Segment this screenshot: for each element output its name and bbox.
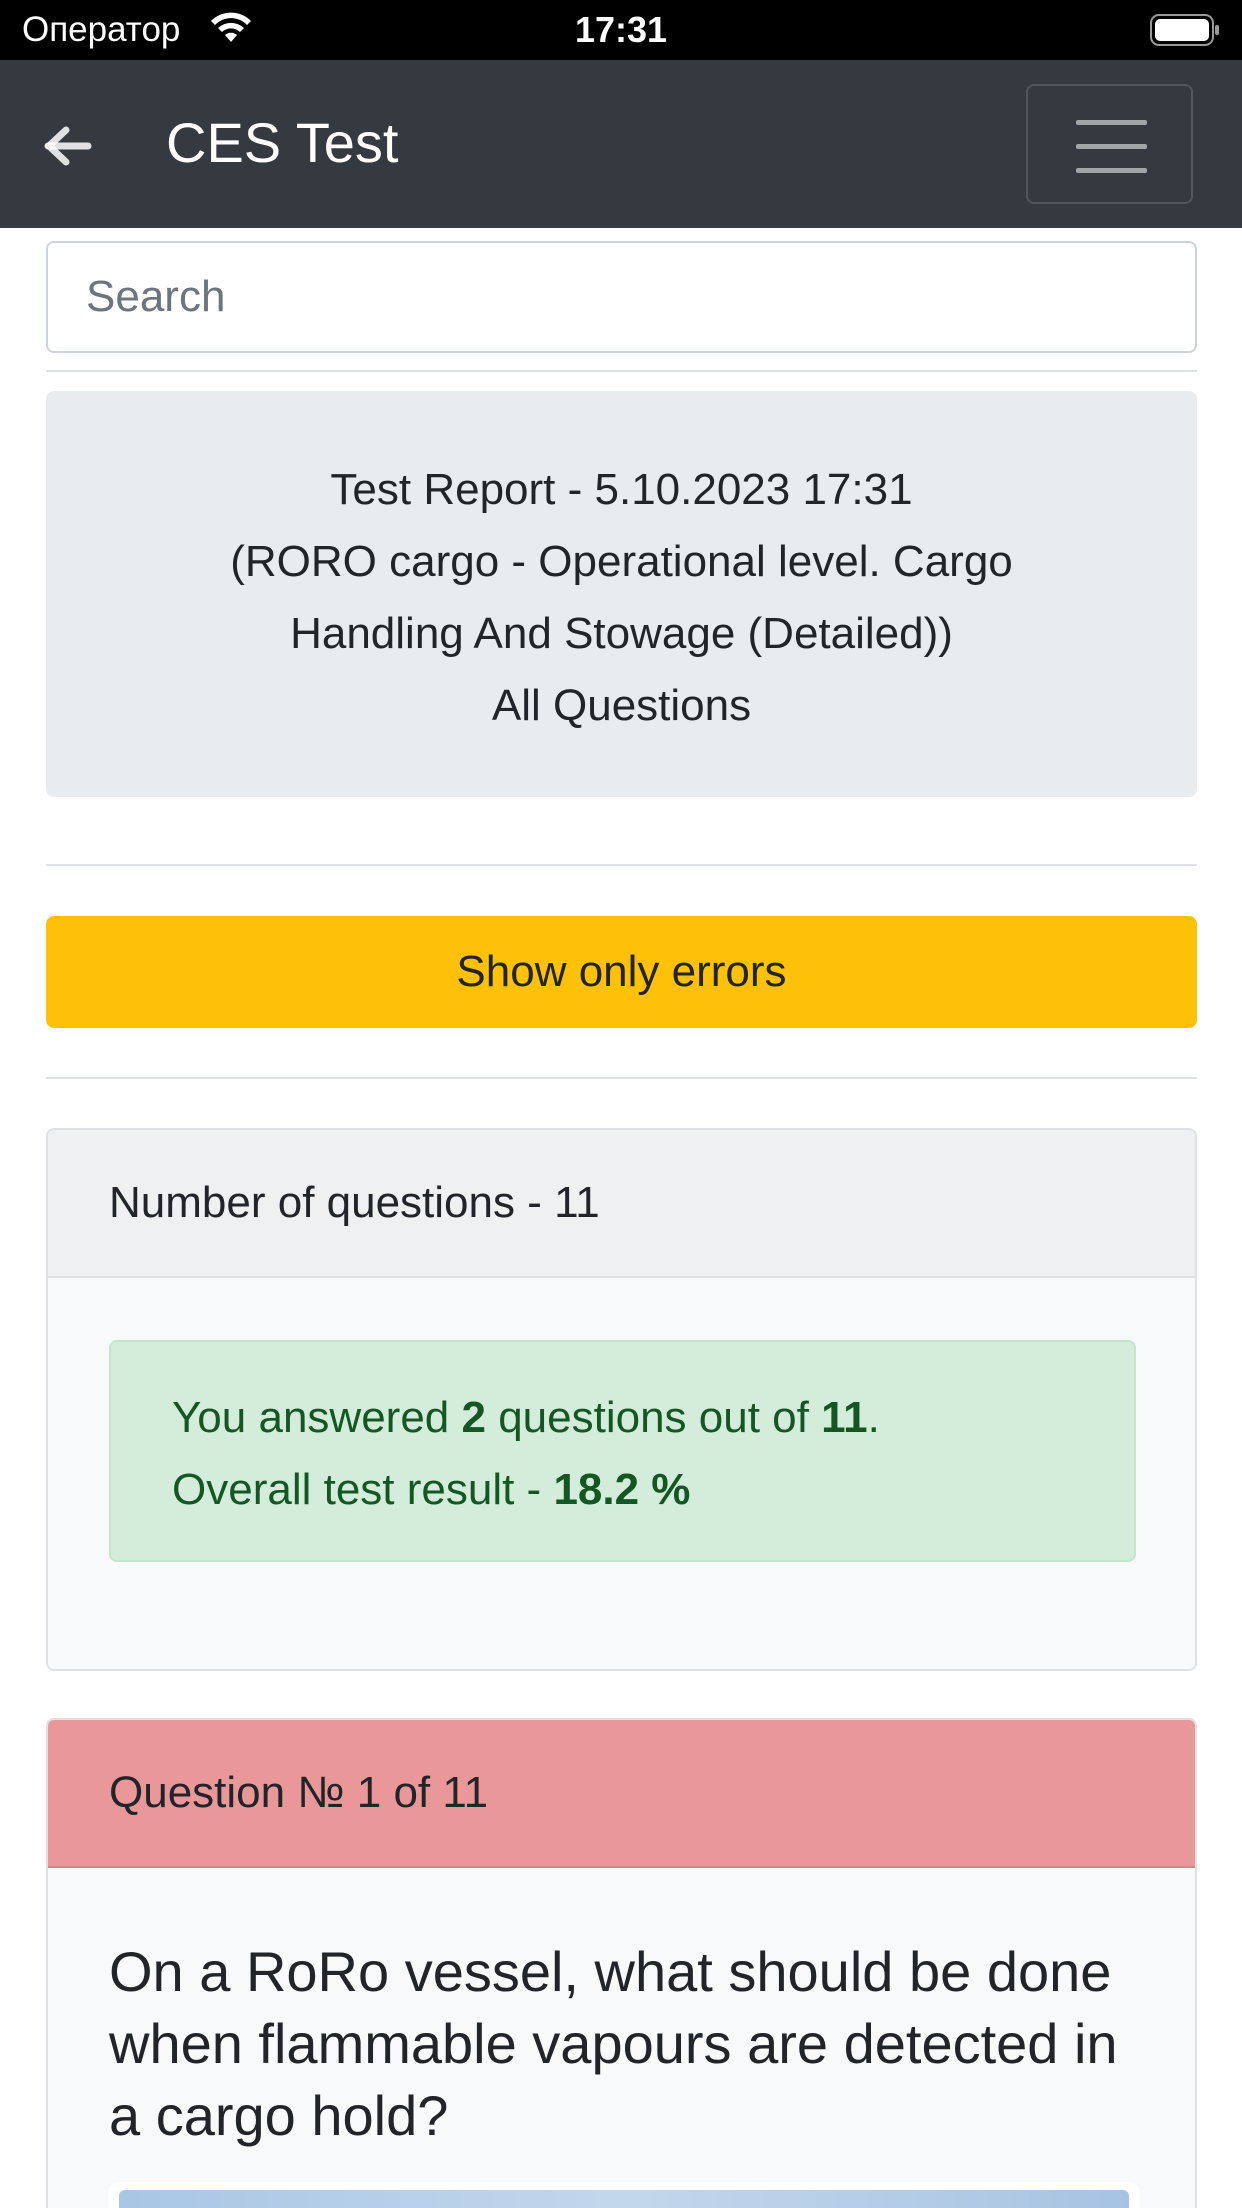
report-scope: All Questions <box>491 681 752 730</box>
question-card-header: Question № 1 of 11 <box>48 1720 1195 1868</box>
page-title: CES Test <box>166 111 399 174</box>
summary-card-header: Number of questions - 11 <box>48 1130 1195 1278</box>
report-title: Test Report - 5.10.2023 17:31 <box>330 465 913 514</box>
question-image-frame <box>109 2182 1139 2208</box>
total-count: 11 <box>821 1393 868 1442</box>
report-subtitle-line: Handling And Stowage (Detailed)) <box>290 609 953 658</box>
report-subtitle-line: (RORO cargo - Operational level. Cargo <box>230 537 1013 586</box>
clock-label: 17:31 <box>574 9 668 50</box>
top-navbar: CES Test <box>0 60 1242 228</box>
result-value: 18.2 % <box>553 1465 691 1514</box>
summary-card: Number of questions - 11 You answered 2 … <box>46 1128 1197 1671</box>
battery-icon <box>1150 14 1219 46</box>
report-header: Test Report - 5.10.2023 17:31 (RORO carg… <box>46 391 1197 797</box>
back-button[interactable] <box>38 116 98 176</box>
question-count-label: Number of questions - 11 <box>109 1178 600 1227</box>
status-bar: Оператор 17:31 <box>0 0 1242 60</box>
divider <box>46 864 1197 866</box>
divider <box>46 370 1197 372</box>
answered-count: 2 <box>461 1393 486 1442</box>
question-number-label: Question № 1 of 11 <box>109 1768 489 1817</box>
search-input[interactable] <box>46 241 1197 353</box>
divider <box>46 1077 1197 1079</box>
navbar-toggler-button[interactable] <box>1026 84 1193 204</box>
answered-line: You answered 2 questions out of 11. <box>172 1393 880 1442</box>
show-only-errors-button[interactable]: Show only errors <box>46 916 1197 1028</box>
question-text: On a RoRo vessel, what should be done wh… <box>109 1940 1118 2147</box>
question-card: Question № 1 of 11 On a RoRo vessel, wha… <box>46 1718 1197 2208</box>
result-alert: You answered 2 questions out of 11. Over… <box>109 1340 1136 1562</box>
arrow-left-icon <box>44 126 92 166</box>
result-line: Overall test result - 18.2 % <box>172 1465 691 1514</box>
question-image <box>119 2190 1129 2208</box>
